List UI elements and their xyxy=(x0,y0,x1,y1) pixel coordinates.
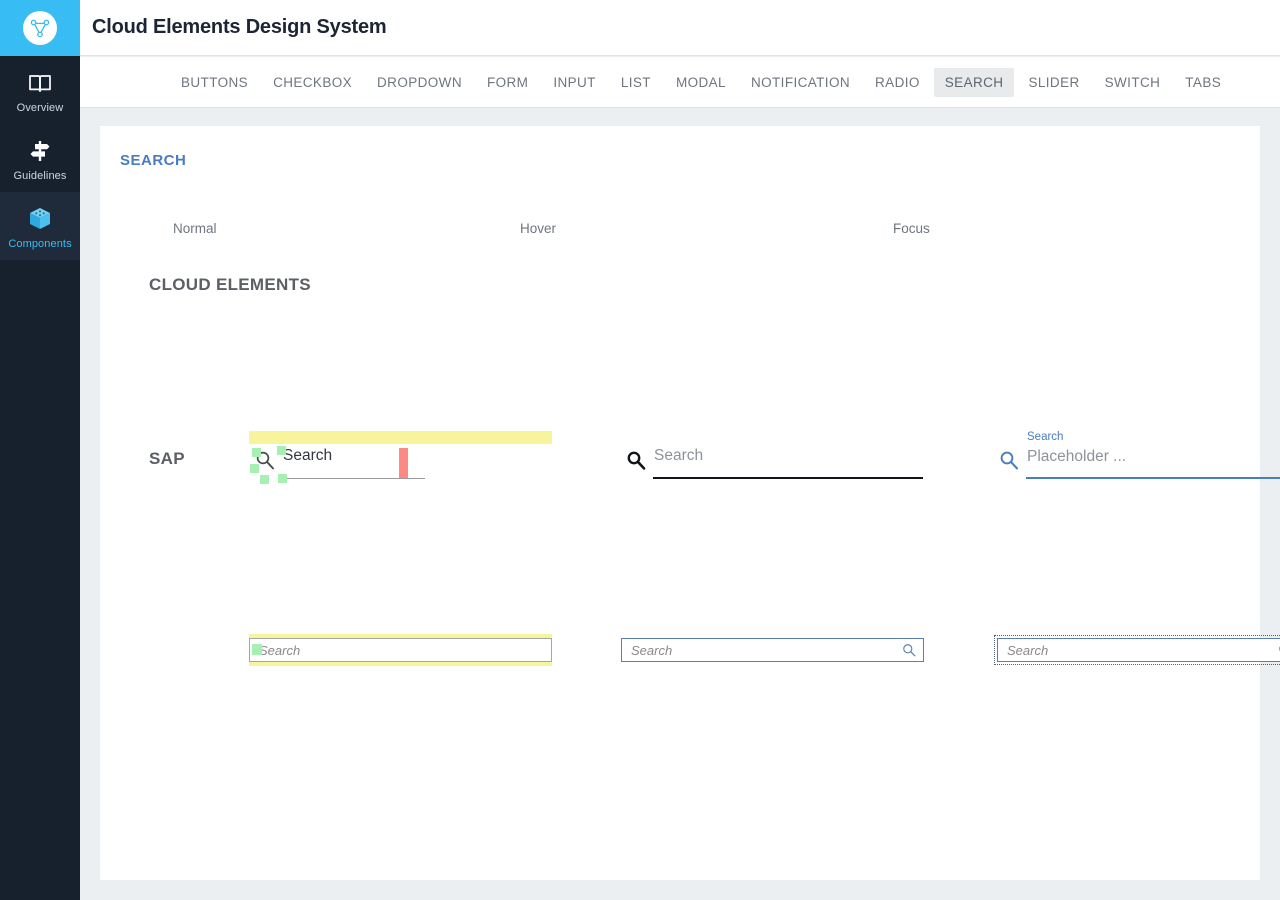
logo-glyph-icon xyxy=(30,19,50,38)
tab-switch[interactable]: SWITCH xyxy=(1094,68,1172,97)
cloud-elements-logo-icon xyxy=(23,11,57,45)
search-icon xyxy=(999,450,1019,475)
column-header-focus: Focus xyxy=(893,221,930,236)
search-field-underline xyxy=(282,478,425,479)
search-field-sap-normal[interactable]: Search xyxy=(249,638,552,662)
search-field-ce-focus[interactable]: Search Placeholder ... xyxy=(993,431,1280,482)
tab-buttons[interactable]: BUTTONS xyxy=(170,68,259,97)
tab-search[interactable]: SEARCH xyxy=(933,67,1015,97)
selection-handle[interactable] xyxy=(252,448,261,457)
selection-handle[interactable] xyxy=(252,644,262,655)
app-logo[interactable] xyxy=(0,0,80,56)
search-field-sap-hover[interactable]: Search xyxy=(621,638,924,662)
sidebar-item-label: Overview xyxy=(16,102,64,114)
book-icon xyxy=(27,70,53,96)
tab-dropdown[interactable]: DROPDOWN xyxy=(366,68,473,97)
selection-handle[interactable] xyxy=(278,474,287,483)
tab-input[interactable]: INPUT xyxy=(542,68,607,97)
app-root: Overview Guidelines Components Cloud Ele… xyxy=(0,0,1280,900)
component-tabbar: BUTTONS CHECKBOX DROPDOWN FORM INPUT LIS… xyxy=(80,57,1280,108)
column-header-hover: Hover xyxy=(520,221,557,236)
group-title-sap: SAP xyxy=(149,449,185,468)
tab-modal[interactable]: MODAL xyxy=(665,68,737,97)
search-field-ce-hover[interactable]: Search xyxy=(620,442,923,482)
selection-handle[interactable] xyxy=(260,475,269,484)
search-field-placeholder: Search xyxy=(631,642,673,658)
page-title: Cloud Elements Design System xyxy=(92,16,387,38)
tab-radio[interactable]: RADIO xyxy=(864,68,931,97)
spacing-marker xyxy=(399,448,408,478)
search-icon[interactable] xyxy=(902,643,923,657)
cube-icon xyxy=(27,206,53,232)
tab-form[interactable]: FORM xyxy=(476,68,539,97)
tab-checkbox[interactable]: CHECKBOX xyxy=(262,68,363,97)
sidebar-item-overview[interactable]: Overview xyxy=(0,56,80,124)
selection-handle[interactable] xyxy=(277,446,286,455)
tab-notification[interactable]: NOTIFICATION xyxy=(740,68,861,97)
content-card: SEARCH Normal Hover Focus CLOUD ELEMENTS… xyxy=(100,126,1280,880)
tab-tabs[interactable]: TABS xyxy=(1174,68,1232,97)
search-field-placeholder: Placeholder ... xyxy=(1027,448,1127,465)
search-field-underline xyxy=(1026,477,1280,479)
tab-list[interactable]: LIST xyxy=(610,68,662,97)
search-field-placeholder: Search xyxy=(1007,642,1049,658)
column-header-normal: Normal xyxy=(173,221,217,236)
group-title-cloud-elements: CLOUD ELEMENTS xyxy=(149,275,311,294)
search-field-placeholder: Search xyxy=(259,642,301,658)
section-title: SEARCH xyxy=(120,152,187,169)
search-field-text: Search xyxy=(283,447,333,464)
selection-handle[interactable] xyxy=(250,464,259,473)
sidebar-item-components[interactable]: Components xyxy=(0,192,80,260)
search-field-text: Search xyxy=(654,447,704,464)
app-header: Cloud Elements Design System xyxy=(80,0,1280,56)
sidebar-item-label: Components xyxy=(8,238,72,250)
search-field-sap-focus[interactable]: Search xyxy=(997,638,1280,662)
sidebar: Overview Guidelines Components xyxy=(0,0,80,900)
search-icon xyxy=(626,450,646,475)
tab-slider[interactable]: SLIDER xyxy=(1017,68,1090,97)
search-field-underline xyxy=(653,477,923,479)
sidebar-item-guidelines[interactable]: Guidelines xyxy=(0,124,80,192)
search-field-label: Search xyxy=(1027,431,1064,443)
signpost-icon xyxy=(27,138,53,164)
sidebar-item-label: Guidelines xyxy=(13,170,67,182)
